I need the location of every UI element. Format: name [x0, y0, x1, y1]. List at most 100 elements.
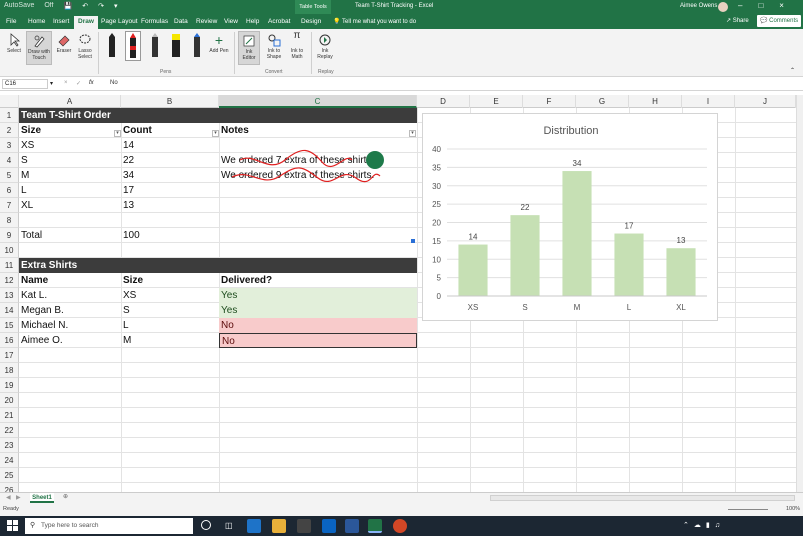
tab-draw[interactable]: Draw — [74, 16, 98, 29]
save-icon[interactable]: 💾 — [64, 2, 73, 10]
column-header-c[interactable]: C — [219, 95, 417, 108]
table1-size-cell[interactable]: XS — [19, 138, 121, 153]
enter-icon[interactable]: ✓ — [76, 80, 81, 87]
close-icon[interactable]: × — [779, 1, 784, 10]
table2-size-cell[interactable]: S — [121, 303, 219, 318]
column-header-f[interactable]: F — [523, 95, 576, 108]
table1-size-cell[interactable]: XL — [19, 198, 121, 213]
ink-editor-button[interactable]: Ink Editor — [238, 31, 260, 65]
pen-red[interactable] — [125, 31, 141, 61]
row-header[interactable]: 10 — [0, 243, 19, 258]
column-header-i[interactable]: I — [682, 95, 735, 108]
table2-name-cell[interactable]: Kat L. — [19, 288, 121, 303]
name-box[interactable]: C16 — [2, 79, 48, 89]
table2-name-cell[interactable]: Megan B. — [19, 303, 121, 318]
table1-size-cell[interactable]: L — [19, 183, 121, 198]
autosave-label[interactable]: AutoSave — [4, 2, 34, 10]
sheet-nav-right-icon[interactable]: ▶ — [16, 494, 21, 501]
tab-page-layout[interactable]: Page Layout — [101, 18, 138, 25]
row-header[interactable]: 2 — [0, 123, 19, 138]
table2-header-name[interactable]: Name — [19, 273, 121, 288]
tab-formulas[interactable]: Formulas — [141, 18, 168, 25]
row-header[interactable]: 15 — [0, 318, 19, 333]
tab-design[interactable]: Design — [301, 18, 321, 25]
redo-icon[interactable]: ↷ — [98, 2, 104, 10]
highlighter-yellow[interactable] — [170, 33, 182, 57]
table1-count-cell[interactable]: 13 — [121, 198, 219, 213]
row-header[interactable]: 17 — [0, 348, 19, 363]
horizontal-scrollbar[interactable] — [490, 495, 795, 501]
tab-view[interactable]: View — [224, 18, 238, 25]
excel-icon[interactable] — [368, 519, 382, 533]
column-header-a[interactable]: A — [19, 95, 121, 108]
row-header[interactable]: 22 — [0, 423, 19, 438]
ink-to-math-button[interactable]: π Ink to Math — [286, 31, 308, 61]
row-header[interactable]: 21 — [0, 408, 19, 423]
tab-home[interactable]: Home — [28, 18, 45, 25]
filter-dropdown-icon[interactable]: ▾ — [409, 130, 416, 137]
row-header[interactable]: 6 — [0, 183, 19, 198]
zoom-slider[interactable] — [728, 509, 768, 510]
table1-header-notes[interactable]: Notes — [219, 123, 417, 138]
select-all-corner[interactable] — [0, 95, 19, 108]
zoom-level[interactable]: 100% — [786, 506, 800, 512]
table2-delivered-cell[interactable]: Yes — [219, 288, 417, 303]
eraser-button[interactable]: Eraser — [54, 33, 74, 54]
add-sheet-icon[interactable]: ⊕ — [63, 493, 68, 500]
minimize-icon[interactable]: – — [738, 1, 742, 10]
cortana-icon[interactable] — [201, 520, 211, 530]
selected-cell-c16[interactable]: No — [219, 333, 417, 348]
filter-dropdown-icon[interactable]: ▾ — [114, 130, 121, 137]
ink-replay-button[interactable]: Ink Replay — [314, 33, 336, 60]
select-button[interactable]: Select — [4, 33, 24, 54]
outlook-icon[interactable] — [322, 519, 336, 533]
column-header-j[interactable]: J — [735, 95, 796, 108]
table1-notes-cell[interactable]: We ordered 7 extra of these shirts. — [219, 153, 417, 168]
tell-me-search[interactable]: 💡 Tell me what you want to do — [333, 18, 416, 25]
table2-size-cell[interactable]: L — [121, 318, 219, 333]
column-header-g[interactable]: G — [576, 95, 629, 108]
table2-title[interactable]: Extra Shirts — [19, 258, 417, 273]
fx-icon[interactable]: fx — [89, 80, 94, 86]
row-header[interactable]: 9 — [0, 228, 19, 243]
column-header-d[interactable]: D — [417, 95, 470, 108]
task-view-icon[interactable]: ◫ — [225, 521, 233, 530]
restore-icon[interactable]: □ — [758, 1, 763, 10]
table2-header-delivered[interactable]: Delivered? — [219, 273, 417, 288]
pen-gray-pencil[interactable] — [150, 33, 160, 57]
powerpoint-icon[interactable] — [393, 519, 407, 533]
undo-icon[interactable]: ↶ — [82, 2, 88, 10]
table1-count-cell[interactable]: 17 — [121, 183, 219, 198]
store-icon[interactable] — [297, 519, 311, 533]
table2-delivered-cell[interactable]: Yes — [219, 303, 417, 318]
table1-notes-cell[interactable]: We ordered 9 extra of these shirts. — [219, 168, 417, 183]
table1-size-cell[interactable]: S — [19, 153, 121, 168]
user-name[interactable]: Aimee Owens — [680, 3, 717, 9]
total-label[interactable]: Total — [19, 228, 121, 243]
cancel-icon[interactable]: × — [64, 80, 68, 86]
tab-data[interactable]: Data — [174, 18, 188, 25]
sheet-nav-left-icon[interactable]: ◀ — [6, 494, 11, 501]
vertical-scrollbar[interactable] — [796, 95, 803, 492]
tab-help[interactable]: Help — [246, 18, 259, 25]
comments-button[interactable]: 💬 Comments — [757, 15, 802, 27]
formula-input[interactable]: No — [110, 80, 118, 86]
table2-name-cell[interactable]: Michael N. — [19, 318, 121, 333]
word-icon[interactable] — [345, 519, 359, 533]
row-header[interactable]: 23 — [0, 438, 19, 453]
edge-icon[interactable] — [247, 519, 261, 533]
namebox-dropdown-icon[interactable]: ▾ — [50, 80, 53, 87]
table2-size-cell[interactable]: M — [121, 333, 219, 348]
pen-black[interactable] — [107, 33, 117, 57]
table-resize-handle[interactable] — [411, 239, 415, 243]
row-header[interactable]: 16 — [0, 333, 19, 348]
row-header[interactable]: 26 — [0, 483, 19, 492]
tab-acrobat[interactable]: Acrobat — [268, 18, 290, 25]
more-commands-icon[interactable]: ▾ — [114, 2, 118, 10]
distribution-chart[interactable]: Distribution 0 5 10 15 20 25 30 35 40 14 XS 22 S 34 M 1… — [422, 113, 718, 321]
row-header[interactable]: 18 — [0, 363, 19, 378]
row-header[interactable]: 8 — [0, 213, 19, 228]
table2-name-cell[interactable]: Aimee O. — [19, 333, 121, 348]
table1-header-size[interactable]: Size — [19, 123, 121, 138]
add-pen-button[interactable]: + Add Pen — [208, 33, 230, 54]
